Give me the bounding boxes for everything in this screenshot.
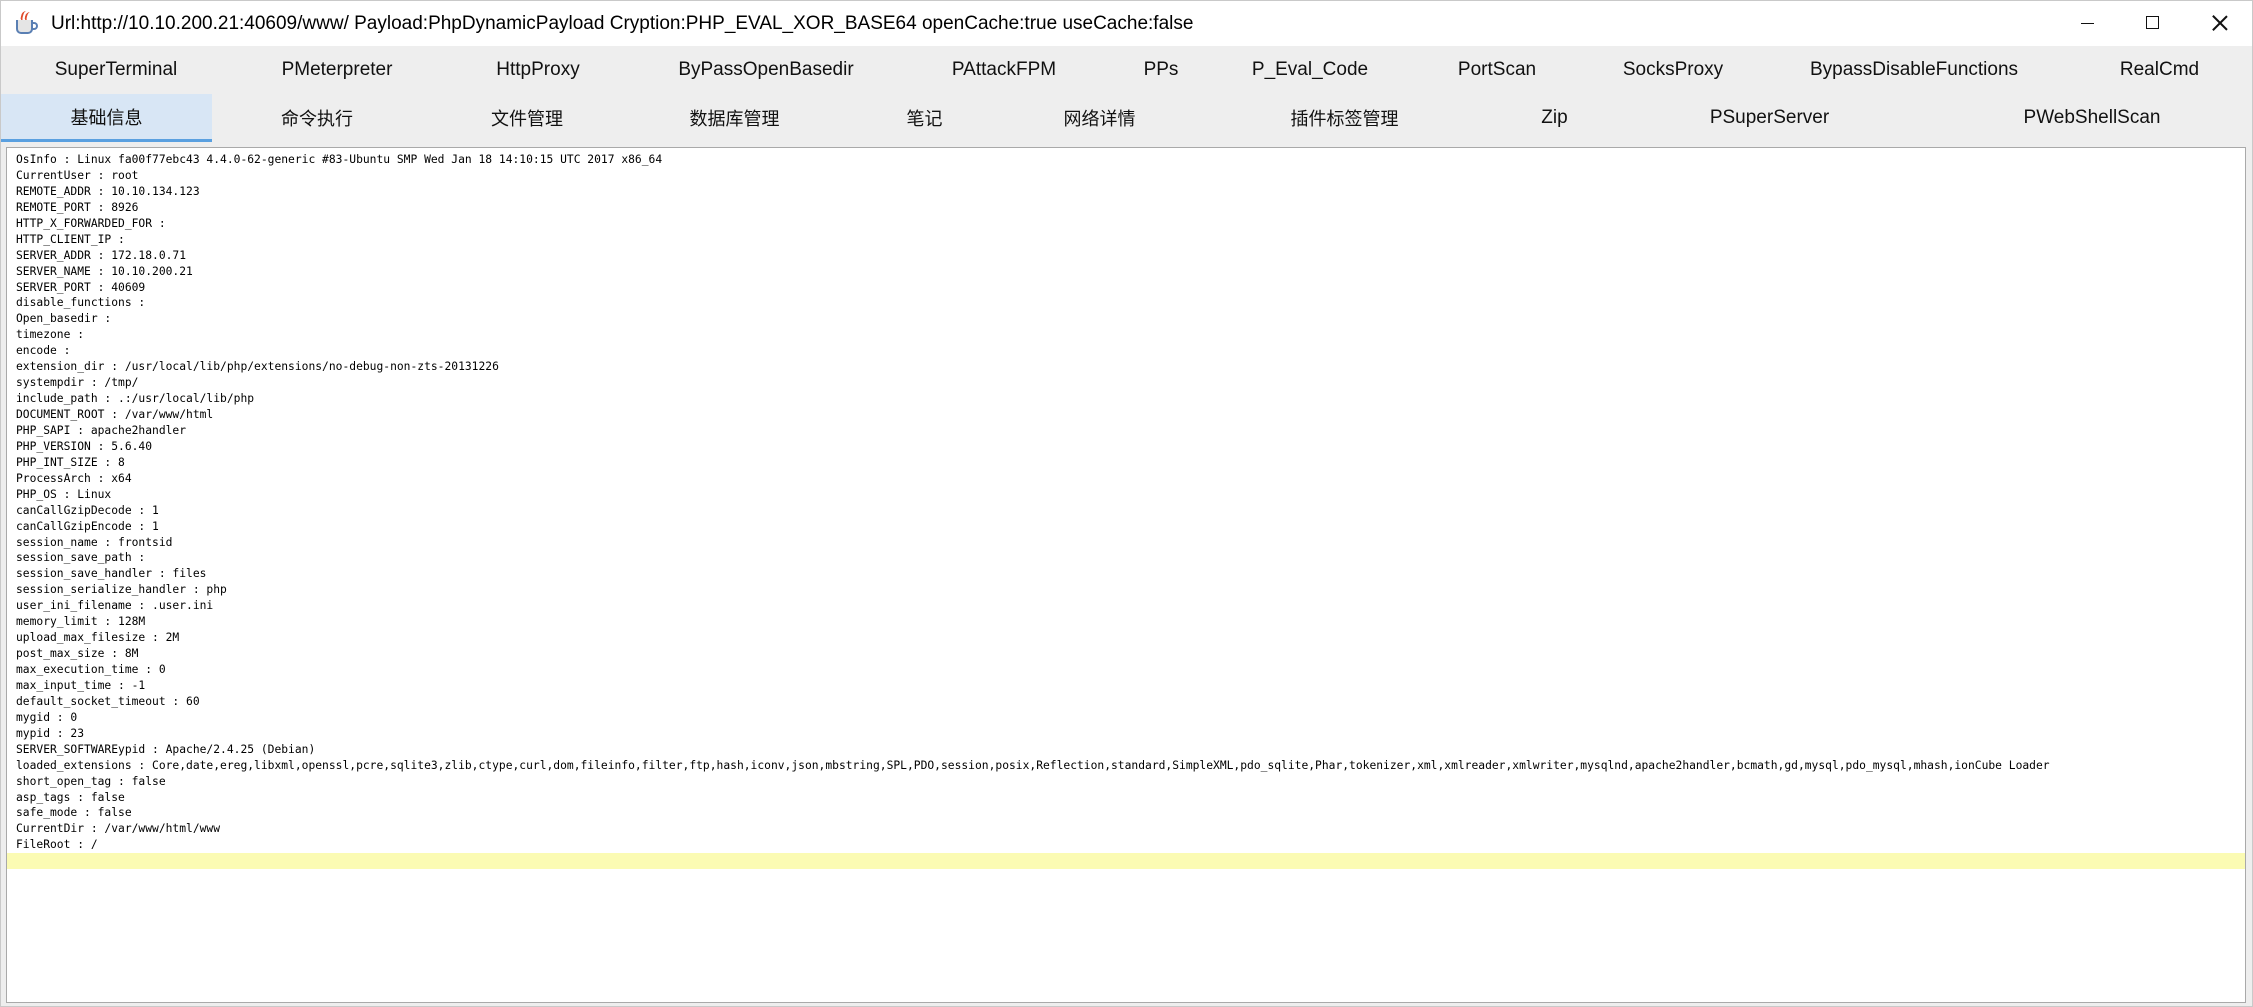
info-line: canCallGzipDecode : 1 <box>16 503 159 517</box>
minimize-button[interactable] <box>2054 1 2120 46</box>
window-controls <box>2054 1 2252 46</box>
maximize-button[interactable] <box>2120 1 2186 46</box>
info-line: OsInfo : Linux fa00f77ebc43 4.4.0-62-gen… <box>16 153 663 166</box>
info-line: short_open_tag : false <box>16 774 166 788</box>
info-line: PHP_SAPI : apache2handler <box>16 423 187 437</box>
info-line: session_serialize_handler : php <box>16 583 227 597</box>
app-window: Url:http://10.10.200.21:40609/www/ Paylo… <box>0 0 2253 1007</box>
info-line: ProcessArch : x64 <box>16 471 132 485</box>
tab-notes[interactable]: 笔记 <box>837 94 1012 142</box>
plugin-tab-row: SuperTerminal PMeterpreter HttpProxy ByP… <box>1 46 2252 94</box>
caret-line-highlight <box>7 853 2245 870</box>
info-line: systempdir : /tmp/ <box>16 376 139 390</box>
info-line: HTTP_CLIENT_IP : <box>16 232 125 246</box>
info-line: SERVER_PORT : 40609 <box>16 280 146 294</box>
info-line: session_save_path : <box>16 551 146 565</box>
maximize-icon <box>2146 16 2159 29</box>
info-line: disable_functions : <box>16 296 146 310</box>
tab-pmeterpreter[interactable]: PMeterpreter <box>231 46 443 94</box>
window-title: Url:http://10.10.200.21:40609/www/ Paylo… <box>51 12 1194 34</box>
info-line: safe_mode : false <box>16 806 132 820</box>
info-line: PHP_VERSION : 5.6.40 <box>16 439 153 453</box>
info-line: asp_tags : false <box>16 790 125 804</box>
info-line: loaded_extensions : Core,date,ereg,libxm… <box>16 758 2050 772</box>
tab-portscan[interactable]: PortScan <box>1407 46 1587 94</box>
info-line: CurrentUser : root <box>16 168 139 182</box>
info-line: CurrentDir : /var/www/html/www <box>16 822 221 836</box>
info-line: default_socket_timeout : 60 <box>16 694 200 708</box>
close-button[interactable] <box>2186 1 2252 46</box>
info-line: mygid : 0 <box>16 710 78 724</box>
tab-socksproxy[interactable]: SocksProxy <box>1587 46 1759 94</box>
java-cup-icon <box>13 10 39 37</box>
info-line: memory_limit : 128M <box>16 615 146 629</box>
tab-httpproxy[interactable]: HttpProxy <box>443 46 633 94</box>
tab-database-manager[interactable]: 数据库管理 <box>632 94 837 142</box>
tab-network-details[interactable]: 网络详情 <box>1012 94 1187 142</box>
info-line: user_ini_filename : .user.ini <box>16 599 214 613</box>
info-line: SERVER_NAME : 10.10.200.21 <box>16 264 193 278</box>
info-line: mypid : 23 <box>16 726 85 740</box>
info-line: SERVER_SOFTWAREypid : Apache/2.4.25 (Deb… <box>16 742 316 756</box>
info-line: REMOTE_PORT : 8926 <box>16 200 139 214</box>
info-line: DOCUMENT_ROOT : /var/www/html <box>16 408 214 421</box>
tab-p-eval-code[interactable]: P_Eval_Code <box>1213 46 1407 94</box>
minimize-icon <box>2081 23 2094 24</box>
info-line: REMOTE_ADDR : 10.10.134.123 <box>16 184 200 198</box>
info-line: include_path : .:/usr/local/lib/php <box>16 392 255 406</box>
info-line: canCallGzipEncode : 1 <box>16 519 159 533</box>
tab-plugin-tag-manager[interactable]: 插件标签管理 <box>1187 94 1502 142</box>
info-line: timezone : <box>16 328 85 342</box>
tab-pps[interactable]: PPs <box>1109 46 1213 94</box>
tab-superterminal[interactable]: SuperTerminal <box>1 46 231 94</box>
info-line: session_save_handler : files <box>16 567 207 581</box>
tab-zip[interactable]: Zip <box>1502 94 1607 142</box>
tab-realcmd[interactable]: RealCmd <box>2069 46 2250 94</box>
tab-basic-info[interactable]: 基础信息 <box>1 94 212 142</box>
info-line: Open_basedir : <box>16 312 112 326</box>
tab-file-manager[interactable]: 文件管理 <box>422 94 632 142</box>
title-bar[interactable]: Url:http://10.10.200.21:40609/www/ Paylo… <box>1 1 2252 46</box>
tab-command-exec[interactable]: 命令执行 <box>212 94 422 142</box>
basic-info-textarea[interactable]: OsInfo : Linux fa00f77ebc43 4.4.0-62-gen… <box>6 147 2246 1003</box>
tab-pwebshellscan[interactable]: PWebShellScan <box>1932 94 2252 142</box>
close-icon <box>2210 13 2230 33</box>
info-line: FileRoot : / <box>16 838 98 852</box>
tab-pattackfpm[interactable]: PAttackFPM <box>899 46 1109 94</box>
info-line: PHP_OS : Linux <box>16 487 112 501</box>
main-tab-row: 基础信息 命令执行 文件管理 数据库管理 笔记 网络详情 插件标签管理 Zip … <box>1 94 2252 142</box>
info-line: upload_max_filesize : 2M <box>16 631 180 645</box>
tab-bypassdisablefunctions[interactable]: BypassDisableFunctions <box>1759 46 2069 94</box>
info-line: SERVER_ADDR : 172.18.0.71 <box>16 248 187 262</box>
info-line: PHP_INT_SIZE : 8 <box>16 455 125 469</box>
info-line: max_input_time : -1 <box>16 678 146 692</box>
info-line: session_name : frontsid <box>16 535 173 549</box>
info-line: HTTP_X_FORWARDED_FOR : <box>16 216 166 230</box>
info-line: post_max_size : 8M <box>16 647 139 661</box>
tab-psuperserver[interactable]: PSuperServer <box>1607 94 1932 142</box>
info-line: extension_dir : /usr/local/lib/php/exten… <box>16 360 499 374</box>
info-line: max_execution_time : 0 <box>16 663 166 676</box>
info-lines: OsInfo : Linux fa00f77ebc43 4.4.0-62-gen… <box>7 148 2245 870</box>
tab-bypassopenbasedir[interactable]: ByPassOpenBasedir <box>633 46 899 94</box>
info-line: encode : <box>16 344 71 358</box>
